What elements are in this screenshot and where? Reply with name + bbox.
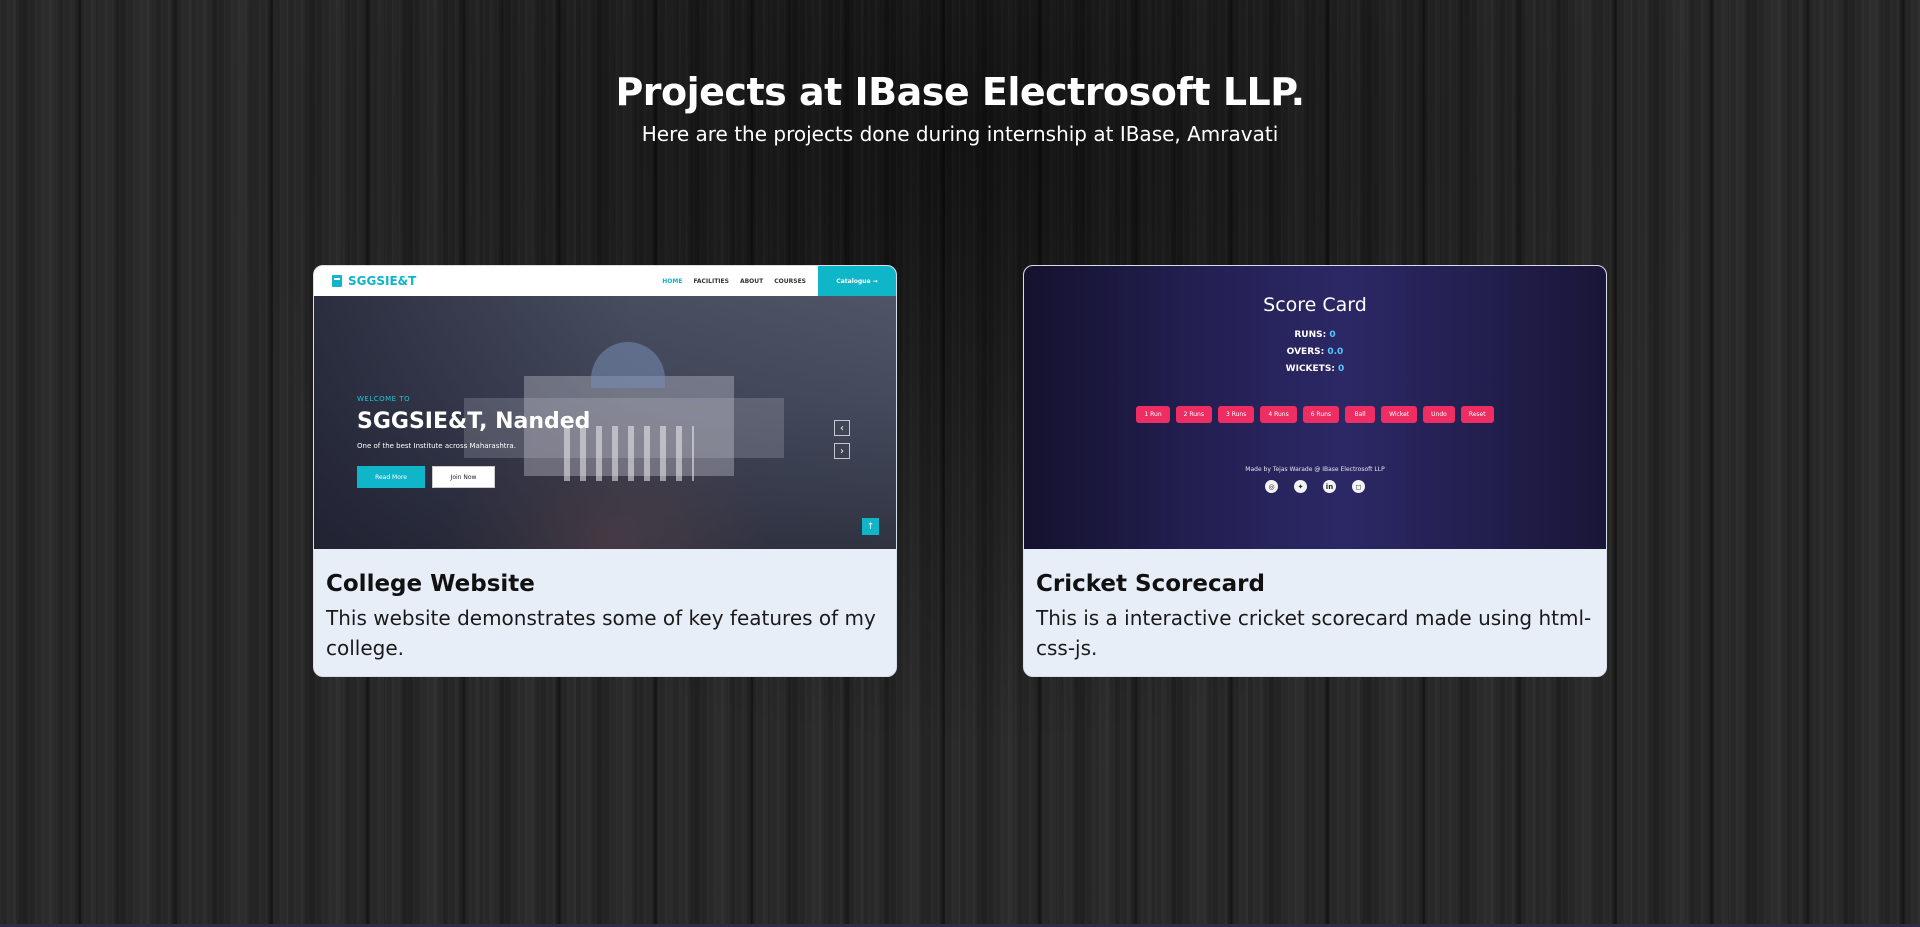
- preview-button-3-runs: 3 Runs: [1217, 406, 1255, 423]
- instagram-icon: ◻: [1352, 480, 1365, 493]
- preview-hero: WELCOME TO SGGSIE&T, Nanded One of the b…: [314, 296, 896, 549]
- preview-social-links: ◎ ✦ in ◻: [1024, 480, 1606, 493]
- preview-button-reset: Reset: [1460, 406, 1494, 423]
- chevron-right-icon: ›: [834, 443, 850, 459]
- preview-navbar: SGGSIE&T HOME FACILITIES ABOUT COURSES C…: [314, 266, 896, 296]
- preview-catalogue-button: Catalogue →: [818, 266, 896, 296]
- twitter-icon: ✦: [1294, 480, 1307, 493]
- preview-logo: SGGSIE&T: [332, 274, 416, 288]
- page-header: Projects at IBase Electrosoft LLP. Here …: [0, 70, 1920, 146]
- project-preview-cricket-scorecard[interactable]: Score Card RUNS: 0 OVERS: 0.0 WICKETS: 0…: [1024, 266, 1606, 549]
- page-title: Projects at IBase Electrosoft LLP.: [615, 70, 1305, 114]
- preview-credit: Made by Tejas Warade @ IBase Electrosoft…: [1245, 466, 1385, 473]
- project-card-body: Cricket Scorecard This is a interactive …: [1024, 549, 1606, 663]
- preview-scorecard-title: Score Card: [1263, 294, 1367, 316]
- preview-button-undo: Undo: [1423, 406, 1455, 423]
- preview-welcome-text: WELCOME TO: [357, 395, 411, 403]
- project-description: This website demonstrates some of key fe…: [326, 606, 876, 660]
- preview-hero-subtitle: One of the best Institute across Maharas…: [357, 442, 516, 450]
- preview-menu-home: HOME: [662, 277, 683, 285]
- project-preview-college-website[interactable]: SGGSIE&T HOME FACILITIES ABOUT COURSES C…: [314, 266, 896, 549]
- project-card-college-website[interactable]: SGGSIE&T HOME FACILITIES ABOUT COURSES C…: [313, 265, 897, 677]
- preview-button-wicket: Wicket: [1381, 406, 1418, 423]
- preview-button-ball: Ball: [1345, 406, 1376, 423]
- stat-value: 0.0: [1327, 347, 1344, 357]
- preview-menu-facilities: FACILITIES: [693, 277, 729, 285]
- stat-label: RUNS:: [1294, 330, 1327, 340]
- linkedin-icon: in: [1323, 480, 1336, 493]
- preview-score-buttons: 1 Run 2 Runs 3 Runs 4 Runs 6 Runs Ball W…: [1024, 406, 1606, 423]
- preview-button-6-runs: 6 Runs: [1302, 406, 1340, 423]
- page-subtitle: Here are the projects done during intern…: [641, 122, 1279, 146]
- book-icon: [332, 275, 342, 287]
- project-card-body: College Website This website demonstrate…: [314, 549, 896, 663]
- preview-button-2-runs: 2 Runs: [1175, 406, 1212, 423]
- project-title: College Website: [326, 571, 535, 597]
- arrow-up-icon: ↑: [862, 518, 879, 535]
- preview-button-1-run: 1 Run: [1136, 406, 1170, 423]
- stat-label: WICKETS:: [1285, 364, 1335, 374]
- preview-stat-runs: RUNS: 0: [1024, 330, 1606, 340]
- preview-menu-courses: COURSES: [774, 277, 806, 285]
- preview-menu-about: ABOUT: [739, 277, 764, 285]
- preview-join-now-button: Join Now: [432, 466, 495, 488]
- preview-stat-overs: OVERS: 0.0: [1024, 347, 1606, 357]
- stat-label: OVERS:: [1286, 347, 1325, 357]
- preview-hero-title: SGGSIE&T, Nanded: [357, 409, 591, 434]
- project-description: This is a interactive cricket scorecard …: [1036, 606, 1592, 660]
- project-card-cricket-scorecard[interactable]: Score Card RUNS: 0 OVERS: 0.0 WICKETS: 0…: [1023, 265, 1607, 677]
- stat-value: 0: [1329, 330, 1336, 340]
- preview-read-more-button: Read More: [357, 466, 425, 488]
- project-title: Cricket Scorecard: [1036, 571, 1265, 597]
- preview-menu: HOME FACILITIES ABOUT COURSES: [662, 278, 806, 285]
- chevron-left-icon: ‹: [834, 420, 850, 436]
- preview-button-4-runs: 4 Runs: [1260, 406, 1297, 423]
- preview-stat-wickets: WICKETS: 0: [1024, 364, 1606, 374]
- stat-value: 0: [1338, 364, 1345, 374]
- preview-logo-text: SGGSIE&T: [348, 274, 417, 288]
- github-icon: ◎: [1265, 480, 1278, 493]
